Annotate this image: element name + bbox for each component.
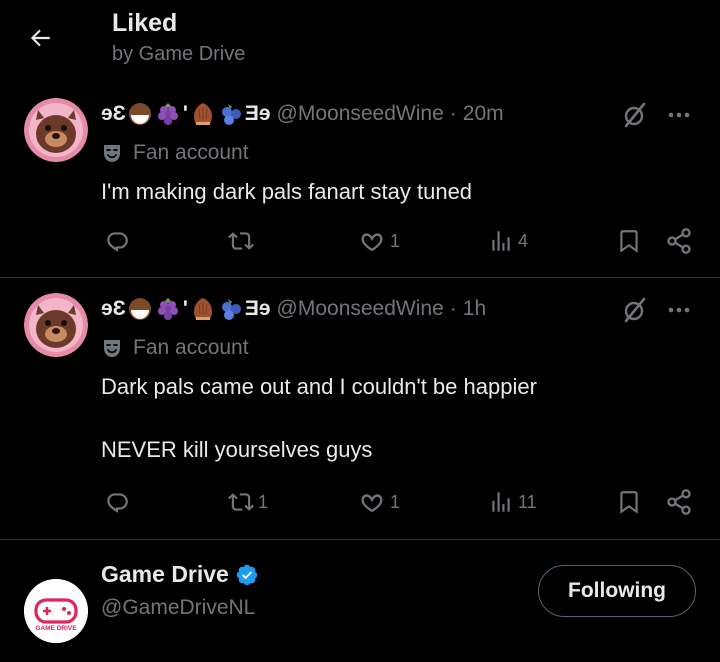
post-text-line: I'm making dark pals fanart stay tuned [101, 179, 473, 204]
page-subtitle: by Game Drive [112, 43, 246, 65]
post[interactable]: ɘƐ ' Ǝɘ @MoonseedWine · 20m Fan account … [0, 84, 720, 278]
post-time[interactable]: 1h [463, 297, 486, 321]
avatar[interactable] [24, 293, 88, 357]
repost-button[interactable]: 1 [228, 485, 268, 519]
coconut-emoji [128, 103, 151, 125]
like-button[interactable]: 1 [358, 224, 400, 258]
repost-icon [228, 493, 254, 511]
display-name[interactable]: ɘƐ ' Ǝɘ [101, 296, 271, 322]
avatar[interactable] [24, 98, 88, 162]
reply-icon [107, 232, 128, 252]
separator-dot: · [449, 297, 457, 320]
action-bar: 1 4 [0, 224, 720, 258]
views-icon [492, 492, 510, 512]
bookmark-icon [620, 230, 638, 253]
share-button[interactable] [665, 485, 693, 519]
like-count: 1 [390, 230, 401, 251]
name-prefix: ɘƐ [101, 102, 126, 125]
separator-dot: · [449, 102, 457, 125]
fan-account-label: Fan account [133, 141, 249, 164]
like-count: 1 [390, 491, 401, 512]
author-handle[interactable]: @MoonseedWine [277, 297, 444, 321]
share-button[interactable] [665, 224, 693, 258]
post[interactable]: ɘƐ ' Ǝɘ @MoonseedWine · 1h Fan account D… [0, 279, 720, 540]
fan-account-badge: Fan account [101, 138, 249, 168]
blueberries-emoji [221, 104, 241, 125]
post-text-line: NEVER kill yourselves guys [101, 437, 373, 462]
views-icon [492, 231, 510, 251]
bookmark-button[interactable] [616, 485, 642, 519]
reply-button[interactable] [104, 485, 134, 519]
reply-button[interactable] [104, 224, 134, 258]
following-button[interactable]: Following [538, 565, 696, 617]
name-suffix: Ǝɘ [244, 102, 271, 125]
profile-name[interactable]: Game Drive [101, 561, 259, 588]
grok-icon[interactable] [618, 98, 652, 132]
repost-count: 1 [258, 491, 269, 512]
post-text-line: Dark pals came out and I couldn't be hap… [101, 374, 537, 399]
grapes-emoji [157, 103, 178, 125]
fan-account-label: Fan account [133, 336, 249, 359]
page-header: Liked by Game Drive [0, 0, 720, 84]
reply-icon [107, 493, 128, 513]
theater-mask-icon [104, 340, 120, 357]
post-text: I'm making dark pals fanart stay tuned [101, 176, 472, 208]
author-handle[interactable]: @MoonseedWine [277, 102, 444, 126]
fan-account-badge: Fan account [101, 333, 249, 363]
bookmark-button[interactable] [616, 224, 642, 258]
profile-name-text: Game Drive [101, 561, 229, 587]
more-options-icon[interactable] [662, 98, 696, 132]
bookmark-icon [620, 491, 638, 514]
grapes-emoji [157, 298, 178, 320]
view-count: 11 [518, 491, 537, 512]
post-text: Dark pals came out and I couldn't be hap… [101, 371, 537, 466]
name-prefix: ɘƐ [101, 297, 126, 320]
chestnut-emoji [193, 298, 212, 320]
blueberries-emoji [221, 299, 241, 320]
heart-icon [361, 494, 383, 513]
views-button[interactable]: 11 [488, 485, 537, 519]
logo-text: GAME DRIVE [35, 625, 77, 632]
profile-handle[interactable]: @GameDriveNL [101, 596, 255, 620]
user-cell[interactable]: GAME DRIVE Game Drive @GameDriveNL Follo… [0, 541, 720, 662]
share-icon [667, 228, 691, 254]
verified-badge-icon [236, 564, 258, 585]
action-bar: 1 1 11 [0, 485, 720, 519]
page-title: Liked [112, 9, 178, 37]
theater-mask-icon [104, 145, 120, 162]
repost-button[interactable] [228, 224, 258, 258]
back-arrow-icon[interactable] [22, 20, 58, 56]
grok-icon[interactable] [618, 293, 652, 327]
share-icon [667, 489, 691, 515]
author-row[interactable]: ɘƐ ' Ǝɘ @MoonseedWine · 1h [101, 293, 486, 325]
views-button[interactable]: 4 [488, 224, 528, 258]
view-count: 4 [518, 230, 529, 251]
chestnut-emoji [193, 103, 212, 125]
more-options-icon[interactable] [662, 293, 696, 327]
coconut-emoji [128, 298, 151, 320]
repost-icon [228, 232, 254, 250]
game-drive-logo[interactable]: GAME DRIVE [24, 579, 88, 643]
post-time[interactable]: 20m [463, 102, 504, 126]
like-button[interactable]: 1 [358, 485, 400, 519]
author-row[interactable]: ɘƐ ' Ǝɘ @MoonseedWine · 20m [101, 98, 504, 130]
heart-icon [361, 233, 383, 252]
display-name[interactable]: ɘƐ ' Ǝɘ [101, 101, 271, 127]
name-suffix: Ǝɘ [244, 297, 271, 320]
